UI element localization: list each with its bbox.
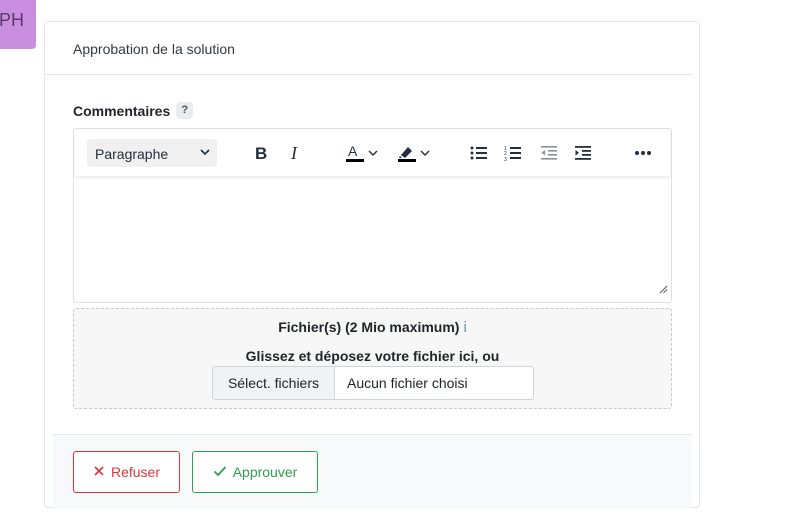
file-status: Aucun fichier choisi	[347, 375, 468, 391]
close-icon	[93, 464, 105, 480]
svg-text:3: 3	[504, 157, 507, 162]
approve-label: Approuver	[232, 464, 298, 480]
refuse-button[interactable]: Refuser	[73, 451, 180, 493]
card-title: Approbation de la solution	[73, 41, 235, 57]
bullet-list-button[interactable]	[465, 139, 493, 167]
select-files-button[interactable]: Sélect. fichiers	[213, 367, 335, 399]
italic-button[interactable]: I	[281, 139, 309, 167]
files-title-row: Fichier(s) (2 Mio maximum) i	[74, 319, 671, 336]
outdent-button[interactable]	[535, 139, 563, 167]
refuse-label: Refuser	[110, 464, 161, 480]
bullet-list-icon	[470, 145, 488, 161]
chevron-down-icon	[366, 146, 380, 160]
more-dots-icon	[634, 150, 652, 156]
files-title: Fichier(s) (2 Mio maximum)	[278, 319, 460, 335]
editor-content-area[interactable]	[75, 177, 670, 301]
drop-instructions: Glissez et déposez votre fichier ici, ou	[245, 348, 500, 364]
highlight-color-button[interactable]	[391, 139, 437, 167]
outdent-icon	[540, 145, 558, 161]
block-format-select[interactable]: Paragraphe	[87, 139, 217, 167]
bold-icon: B	[253, 145, 269, 161]
numbered-list-button[interactable]: 123	[499, 139, 527, 167]
text-color-button[interactable]: A	[339, 139, 385, 167]
resize-handle-icon[interactable]	[659, 281, 668, 299]
italic-icon: I	[287, 145, 303, 161]
indent-button[interactable]	[569, 139, 597, 167]
numbered-list-icon: 123	[504, 145, 522, 162]
more-button[interactable]	[628, 139, 658, 167]
bold-button[interactable]: B	[247, 139, 275, 167]
avatar-initials: PH	[0, 10, 25, 30]
indent-icon	[574, 145, 592, 161]
approve-button[interactable]: Approuver	[192, 451, 318, 493]
file-dropzone[interactable]: Fichier(s) (2 Mio maximum) i Glissez et d…	[73, 308, 672, 409]
comments-label-row: Commentaires ?	[73, 102, 194, 119]
svg-text:I: I	[290, 145, 298, 161]
info-icon[interactable]: i	[463, 319, 466, 336]
card-header: Approbation de la solution	[45, 22, 692, 75]
highlighter-icon	[396, 143, 418, 163]
rich-text-editor: Paragraphe B I A 1 2 3	[73, 128, 672, 303]
help-badge[interactable]: ?	[176, 102, 194, 119]
file-input[interactable]: Sélect. fichiers Aucun fichier choisi	[212, 366, 534, 400]
comments-label: Commentaires	[73, 102, 171, 119]
chevron-down-icon	[418, 146, 432, 160]
block-format-value: Paragraphe	[95, 146, 169, 162]
editor-toolbar: Paragraphe B I A 1 2 3	[75, 130, 670, 176]
check-icon	[213, 464, 227, 480]
card-footer: Refuser Approuver	[53, 434, 692, 509]
svg-text:B: B	[255, 145, 267, 161]
chevron-down-icon	[198, 145, 212, 162]
avatar[interactable]: PH	[0, 0, 36, 49]
svg-text:A: A	[348, 143, 358, 159]
text-color-icon: A	[344, 143, 366, 163]
approval-card: Approbation de la solution Commentaires …	[44, 21, 700, 509]
